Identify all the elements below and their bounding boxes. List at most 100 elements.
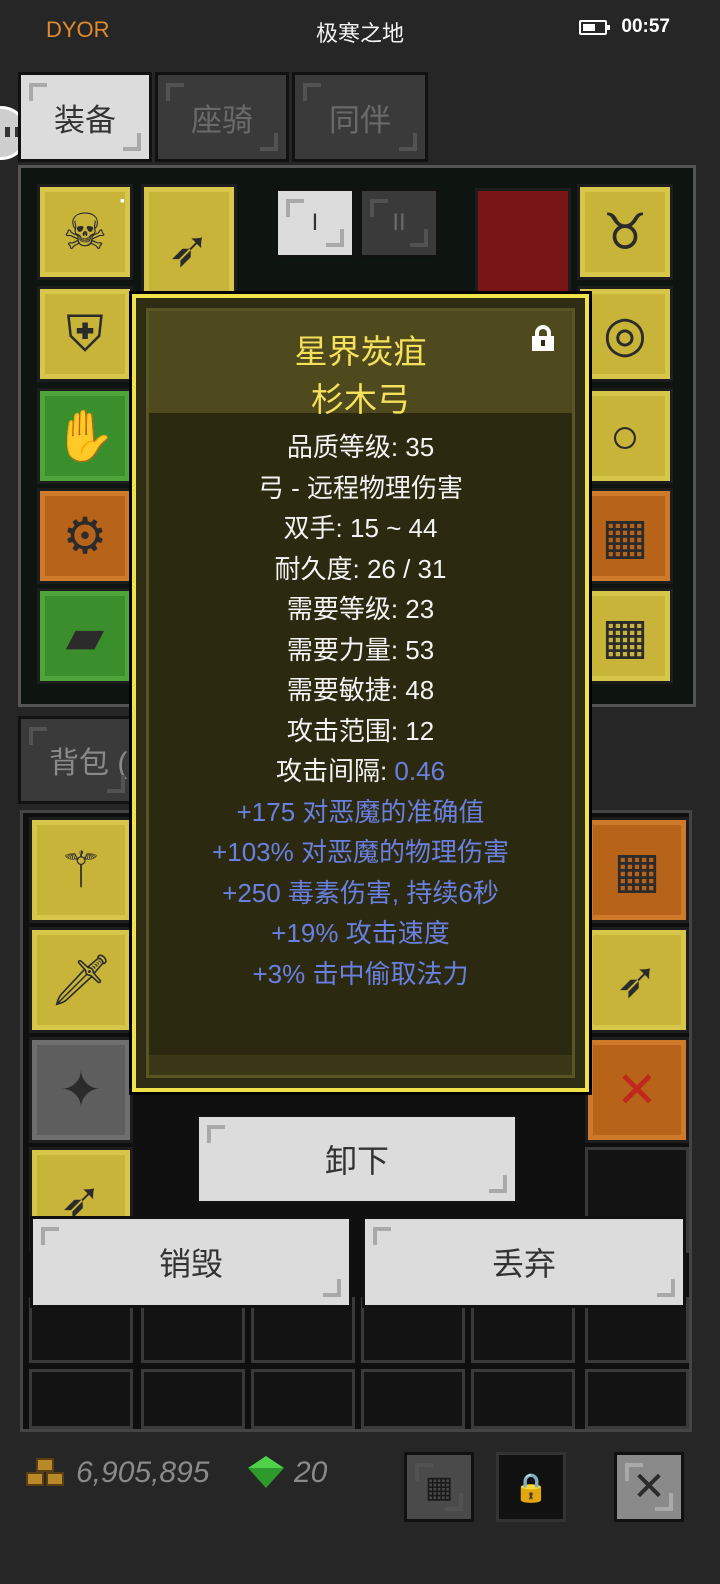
discard-button[interactable]: 丢弃 bbox=[362, 1216, 686, 1308]
equip-slot-boots[interactable]: ▰ bbox=[37, 588, 133, 684]
card-icon: ▦ bbox=[613, 842, 661, 898]
weapon-set-2-tab[interactable]: II bbox=[359, 188, 439, 258]
stat-label: 攻击范围: bbox=[286, 715, 406, 746]
bag-tab-label: 背包 ( bbox=[49, 747, 128, 780]
tooltip-body: 星界炭疽 杉木弓 品质等级: 35 弓 - 远程物理伤害 双手: 15 ~ 44… bbox=[146, 308, 575, 1078]
stat-durability: 耐久度: 26 / 31 bbox=[149, 549, 572, 590]
discard-label: 丢弃 bbox=[491, 1246, 556, 1282]
bonus-line: +3% 击中偷取法力 bbox=[252, 958, 469, 989]
tab-label: 座骑 bbox=[191, 102, 253, 138]
armor-icon: ⛨ bbox=[66, 305, 104, 362]
stat-label: 双手: bbox=[283, 513, 350, 543]
stat-value: 35 bbox=[405, 432, 435, 462]
stat-value: 12 bbox=[405, 715, 435, 746]
stat-label: 需要等级: bbox=[286, 594, 406, 624]
bag-slot[interactable]: ➶ bbox=[585, 927, 689, 1033]
equip-slot-amulet[interactable]: ♉ bbox=[577, 184, 673, 280]
gem-display: 20 bbox=[248, 1456, 327, 1490]
stat-required-level: 需要等级: 23 bbox=[149, 589, 572, 630]
bottom-bar bbox=[0, 1432, 720, 1584]
trident-icon: ⚚ bbox=[58, 842, 104, 898]
stat-label: 品质等级: bbox=[286, 432, 406, 462]
gem-icon bbox=[248, 1456, 284, 1490]
battery-icon bbox=[579, 19, 611, 35]
ring-icon: ◎ bbox=[603, 306, 647, 362]
equip-slot-armor[interactable]: ⛨ bbox=[37, 286, 133, 382]
tab-equipment[interactable]: 装备 bbox=[18, 72, 152, 162]
item-tooltip: 星界炭疽 杉木弓 品质等级: 35 弓 - 远程物理伤害 双手: 15 ~ 44… bbox=[129, 291, 592, 1095]
equip-slot-belt[interactable]: ⚙ bbox=[37, 488, 133, 584]
bag-slot[interactable]: 🗡 bbox=[29, 927, 133, 1033]
stat-label: 耐久度: bbox=[274, 553, 367, 584]
unequip-button[interactable]: 卸下 bbox=[196, 1114, 518, 1204]
equip-slot-ring-1[interactable]: ◎ bbox=[577, 286, 673, 382]
stat-attack-range: 攻击范围: 12 bbox=[149, 711, 572, 752]
unequip-label: 卸下 bbox=[324, 1143, 389, 1179]
bonus-line: +19% 攻击速度 bbox=[271, 918, 450, 948]
equip-slot-gloves[interactable]: ✋ bbox=[37, 388, 133, 484]
item-name-prefix: 星界炭疽 bbox=[294, 333, 427, 370]
stat-quality-level: 品质等级: 35 bbox=[149, 427, 572, 468]
boots-icon: ▰ bbox=[65, 608, 105, 664]
stat-value: 48 bbox=[405, 675, 435, 705]
destroy-label: 销毁 bbox=[158, 1246, 223, 1282]
clock: 00:57 bbox=[621, 16, 670, 37]
stat-label: 攻击间隔: bbox=[275, 756, 395, 786]
gold-icon bbox=[26, 1456, 66, 1490]
glove-icon: ✋ bbox=[53, 407, 117, 464]
status-bar: DYOR 极寒之地 00:57 bbox=[0, 0, 720, 60]
bag-slot[interactable]: ⚚ bbox=[29, 817, 133, 923]
grid-icon: ▦ bbox=[424, 1470, 454, 1504]
stat-label: 需要敏捷: bbox=[286, 675, 406, 705]
tab-companion[interactable]: 同伴 bbox=[292, 72, 428, 162]
bag-slot[interactable] bbox=[141, 1369, 245, 1429]
close-icon: ✕ bbox=[632, 1465, 666, 1509]
stat-value: 26 / 31 bbox=[366, 553, 447, 584]
destroy-button[interactable]: 销毁 bbox=[30, 1216, 352, 1308]
tab-mount[interactable]: 座骑 bbox=[155, 72, 289, 162]
horned-helm-icon: ♉ bbox=[602, 204, 648, 260]
tab-label: 同伴 bbox=[329, 102, 391, 138]
lock-icon[interactable] bbox=[532, 325, 554, 351]
bow-icon: ➶ bbox=[168, 221, 210, 277]
equip-slot-charm-2[interactable]: ▦ bbox=[577, 588, 673, 684]
stat-value: 23 bbox=[405, 594, 435, 624]
bag-slot[interactable] bbox=[361, 1369, 465, 1429]
bag-slot[interactable] bbox=[251, 1369, 355, 1429]
ring-icon: ○ bbox=[609, 408, 641, 464]
stat-attack-interval: 攻击间隔: 0.46 bbox=[149, 751, 572, 792]
weapon-set-1-tab[interactable]: I bbox=[275, 188, 355, 258]
stat-label: 弓 - 远程物理伤害 bbox=[257, 472, 464, 503]
bag-slot[interactable] bbox=[29, 1369, 133, 1429]
close-button[interactable]: ✕ bbox=[614, 1452, 684, 1522]
bag-slot[interactable] bbox=[471, 1369, 575, 1429]
lock-icon: 🔒 bbox=[513, 1471, 549, 1503]
tab-label: 装备 bbox=[54, 102, 116, 138]
equip-slot-ring-2[interactable]: ○ bbox=[577, 388, 673, 484]
lock-toggle-button[interactable]: 🔒 bbox=[496, 1452, 566, 1522]
equip-slot-charm-1[interactable]: ▦ bbox=[577, 488, 673, 584]
weapon-set-label: II bbox=[392, 209, 406, 236]
bag-slot[interactable]: ▦ bbox=[585, 817, 689, 923]
stat-label: 需要力量: bbox=[286, 634, 406, 665]
stat-required-strength: 需要力量: 53 bbox=[149, 630, 572, 671]
item-base-name: 杉木弓 bbox=[311, 381, 410, 418]
tooltip-footer bbox=[149, 1055, 572, 1075]
stat-required-dexterity: 需要敏捷: 48 bbox=[149, 670, 572, 711]
bag-slot[interactable]: ✕ bbox=[585, 1037, 689, 1143]
status-indicators: 00:57 bbox=[579, 16, 670, 38]
tooltip-header: 星界炭疽 杉木弓 bbox=[149, 311, 572, 418]
tab-bag[interactable]: 背包 ( bbox=[18, 716, 136, 804]
stat-weapon-type: 弓 - 远程物理伤害 bbox=[149, 468, 572, 509]
grid-view-button[interactable]: ▦ bbox=[404, 1452, 474, 1522]
bag-slot[interactable]: ✦ bbox=[29, 1037, 133, 1143]
belt-icon: ⚙ bbox=[62, 508, 108, 564]
item-stats: 品质等级: 35 弓 - 远程物理伤害 双手: 15 ~ 44 耐久度: 26 … bbox=[149, 427, 572, 994]
gem-amount: 20 bbox=[294, 1456, 328, 1489]
equip-slot-helmet[interactable]: ☠ ▪ bbox=[37, 184, 133, 280]
dagger-icon: 🗡 bbox=[49, 951, 113, 1008]
equip-slot-offhand[interactable] bbox=[475, 188, 571, 298]
stat-value: 53 bbox=[405, 634, 435, 665]
lock-icon: ▪ bbox=[120, 192, 125, 208]
bag-slot[interactable] bbox=[585, 1369, 689, 1429]
